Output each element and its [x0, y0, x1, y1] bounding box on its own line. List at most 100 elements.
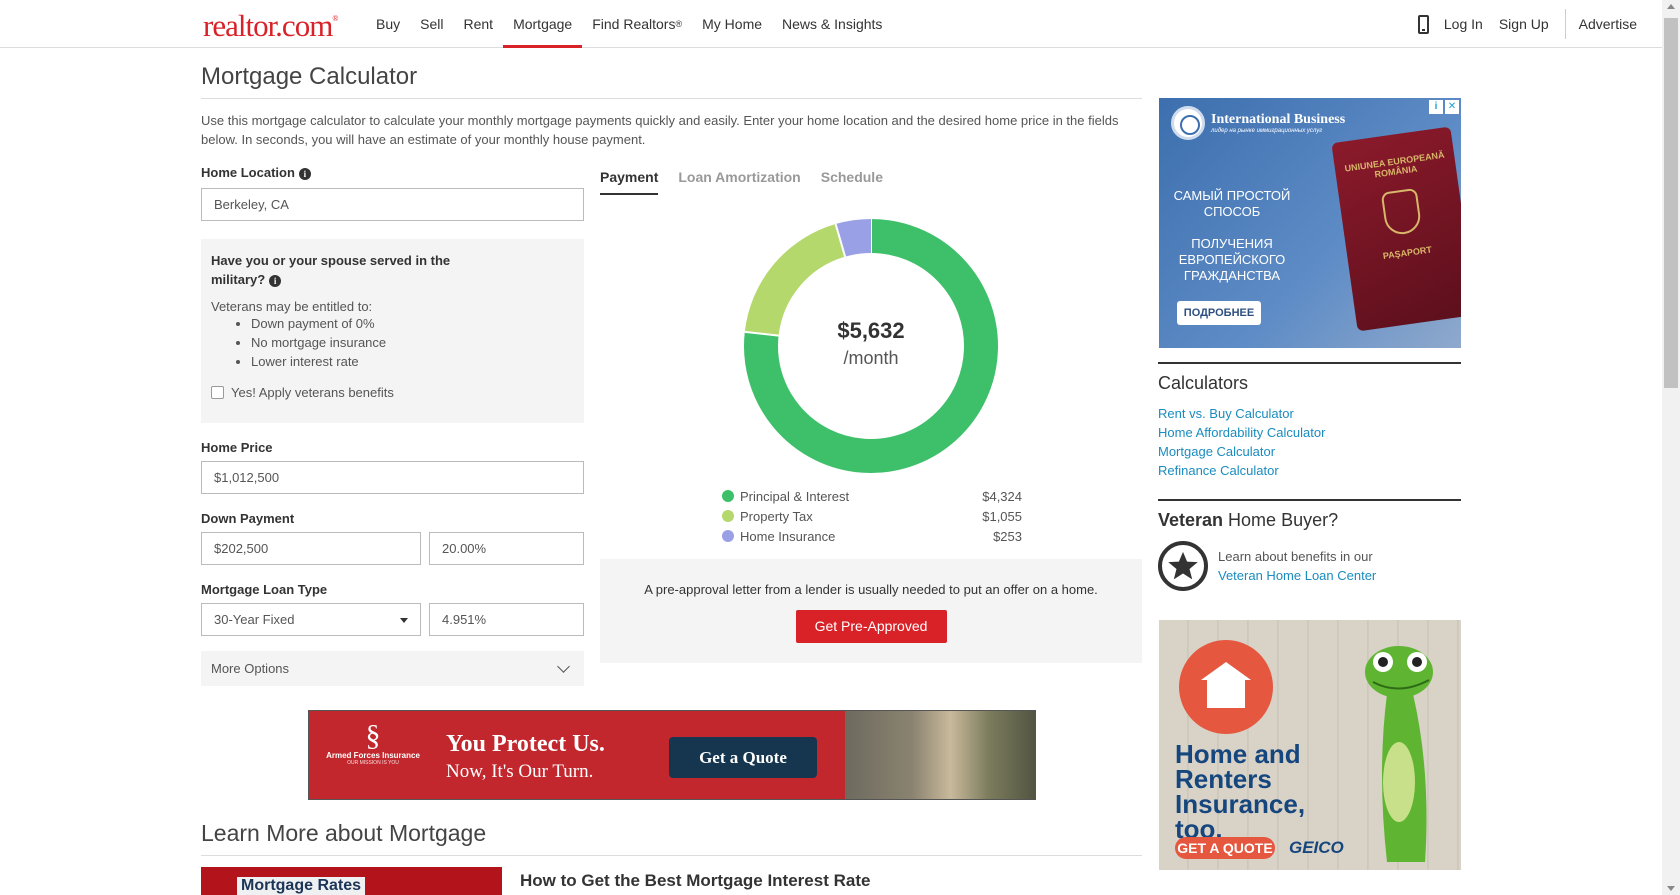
mobile-phone-icon[interactable] — [1417, 14, 1429, 34]
monthly-payment-period: /month — [843, 348, 899, 368]
payment-donut-chart — [744, 219, 998, 473]
loan-type-select[interactable]: 30-Year Fixed — [201, 603, 421, 636]
calculator-links: Rent vs. Buy Calculator Home Affordabili… — [1158, 404, 1325, 480]
legend-dot-icon — [722, 510, 734, 522]
site-header: realtor.com® Buy Sell Rent Mortgage Find… — [0, 0, 1662, 48]
tab-loan-amortization[interactable]: Loan Amortization — [678, 169, 800, 195]
veterans-entitled-text: Veterans may be entitled to: — [211, 299, 373, 314]
legend-value: $1,055 — [982, 508, 1022, 524]
interest-rate-input[interactable]: 4.951% — [429, 603, 584, 636]
geico-headline: Home and Renters Insurance, too. — [1175, 739, 1306, 844]
international-business-ad[interactable]: International Business лидер на рынке им… — [1159, 98, 1461, 348]
veteran-star-icon — [1158, 541, 1208, 591]
down-payment-percent-input[interactable]: 20.00% — [429, 532, 584, 565]
veterans-benefits-label[interactable]: Yes! Apply veterans benefits — [231, 385, 394, 400]
passport-image: UNIUNEA EUROPEANĂ ROMÂNIA PAŞAPORT — [1331, 126, 1461, 332]
veterans-benefits-option[interactable]: Yes! Apply veterans benefits — [211, 385, 574, 400]
realtor-logo[interactable]: realtor.com® — [203, 8, 338, 44]
info-icon[interactable]: i — [298, 167, 311, 180]
donut-slice-home-insurance[interactable] — [835, 219, 872, 257]
refinance-calculator-link[interactable]: Refinance Calculator — [1158, 461, 1325, 480]
scroll-thumb[interactable] — [1664, 18, 1678, 388]
tab-schedule[interactable]: Schedule — [821, 169, 883, 195]
banner-subline: Now, It's Our Turn. — [446, 761, 594, 782]
result-tabs: Payment Loan Amortization Schedule — [600, 169, 903, 195]
page-scrollbar[interactable] — [1662, 0, 1680, 895]
legend-label: Home Insurance — [740, 528, 836, 544]
article-thumbnail[interactable]: Mortgage Rates — [201, 867, 502, 895]
nav-sell[interactable]: Sell — [410, 0, 453, 48]
article-title-link[interactable]: How to Get the Best Mortgage Interest Ra… — [520, 871, 870, 891]
main-nav: Buy Sell Rent Mortgage Find Realtors ® My… — [366, 0, 892, 48]
legend-row: Home Insurance $253 — [722, 526, 1022, 546]
veteran-loan-center-link[interactable]: Veteran Home Loan Center — [1218, 566, 1376, 585]
legend-label: Property Tax — [740, 508, 813, 524]
chart-legend: Principal & Interest $4,324 Property Tax $1… — [722, 486, 1022, 546]
scroll-down-arrow-icon[interactable] — [1667, 886, 1675, 891]
afi-mark-icon: § — [365, 719, 381, 752]
legend-row: Property Tax $1,055 — [722, 506, 1022, 526]
info-icon[interactable]: i — [269, 274, 282, 287]
signup-link[interactable]: Sign Up — [1499, 16, 1549, 32]
geico-ad[interactable]: Home and Renters Insurance, too. GET A Q… — [1159, 620, 1461, 870]
calculators-title: Calculators — [1158, 373, 1249, 393]
title-divider — [201, 98, 1142, 99]
veteran-info: Learn about benefits in our Veteran Home… — [1218, 549, 1377, 585]
down-payment-label: Down Payment — [201, 511, 295, 526]
gecko-mascot — [1365, 646, 1433, 862]
home-price-input[interactable]: $1,012,500 — [201, 461, 584, 494]
list-item: Down payment of 0% — [251, 314, 574, 333]
ad-more-button[interactable]: ПОДРОБНЕЕ — [1177, 301, 1261, 325]
page-title: Mortgage Calculator — [201, 63, 418, 90]
nav-find-realtors[interactable]: Find Realtors ® — [582, 0, 692, 48]
dropdown-arrow-icon — [400, 618, 408, 623]
legend-value: $253 — [993, 528, 1022, 544]
nav-news-insights[interactable]: News & Insights — [772, 0, 892, 48]
legend-label: Principal & Interest — [740, 488, 850, 504]
home-affordability-link[interactable]: Home Affordability Calculator — [1158, 423, 1325, 442]
home-price-label: Home Price — [201, 440, 273, 455]
learn-more-title: Learn More about Mortgage — [201, 820, 487, 846]
scroll-up-arrow-icon[interactable] — [1667, 4, 1675, 9]
military-box: Have you or your spouse served in the mi… — [201, 239, 584, 423]
ad-info-icon[interactable]: i — [1429, 100, 1443, 114]
tab-payment[interactable]: Payment — [600, 169, 659, 195]
more-options-toggle[interactable]: More Options — [201, 651, 584, 686]
nav-rent[interactable]: Rent — [453, 0, 503, 48]
get-preapproved-button[interactable]: Get Pre-Approved — [795, 610, 947, 643]
home-location-input[interactable]: Berkeley, CA — [201, 188, 584, 221]
ad-choices[interactable]: i ✕ — [1429, 100, 1459, 114]
mortgage-calculator-link[interactable]: Mortgage Calculator — [1158, 442, 1325, 461]
veterans-benefits-checkbox[interactable] — [211, 386, 224, 399]
geico-quote-button[interactable]: GET A QUOTE — [1175, 837, 1275, 859]
login-link[interactable]: Log In — [1444, 16, 1483, 32]
header-actions: Log In Sign Up Advertise — [1417, 0, 1662, 48]
calculators-divider — [1158, 362, 1461, 364]
veteran-divider — [1158, 499, 1461, 501]
globe-icon — [1171, 106, 1205, 140]
banner-quote-button[interactable]: Get a Quote — [669, 737, 817, 778]
down-payment-input[interactable]: $202,500 — [201, 532, 421, 565]
advertise-link[interactable]: Advertise — [1579, 16, 1637, 32]
rent-vs-buy-link[interactable]: Rent vs. Buy Calculator — [1158, 404, 1325, 423]
ad-brand: International Business лидер на рынке им… — [1171, 106, 1345, 140]
preapproval-text: A pre-approval letter from a lender is u… — [644, 582, 1098, 597]
nav-buy[interactable]: Buy — [366, 0, 410, 48]
banner-photo — [845, 711, 1035, 799]
crest-icon — [1380, 187, 1423, 237]
chevron-down-icon — [557, 659, 570, 673]
house-icon — [1179, 640, 1273, 734]
list-item: Lower interest rate — [251, 352, 574, 371]
learn-divider — [201, 855, 1142, 856]
legend-row: Principal & Interest $4,324 — [722, 486, 1022, 506]
afi-logo: § Armed Forces Insurance OUR MISSION IS … — [323, 721, 423, 791]
ad-close-icon[interactable]: ✕ — [1445, 100, 1459, 114]
nav-my-home[interactable]: My Home — [692, 0, 772, 48]
loan-type-label: Mortgage Loan Type — [201, 582, 328, 597]
armed-forces-insurance-ad[interactable]: § Armed Forces Insurance OUR MISSION IS … — [308, 710, 1036, 800]
military-question: Have you or your spouse served in the mi… — [211, 253, 451, 287]
legend-dot-icon — [722, 530, 734, 542]
home-location-label: Home Location i — [201, 165, 311, 180]
monthly-payment-amount: $5,632 — [837, 318, 905, 343]
nav-mortgage[interactable]: Mortgage — [503, 0, 583, 48]
